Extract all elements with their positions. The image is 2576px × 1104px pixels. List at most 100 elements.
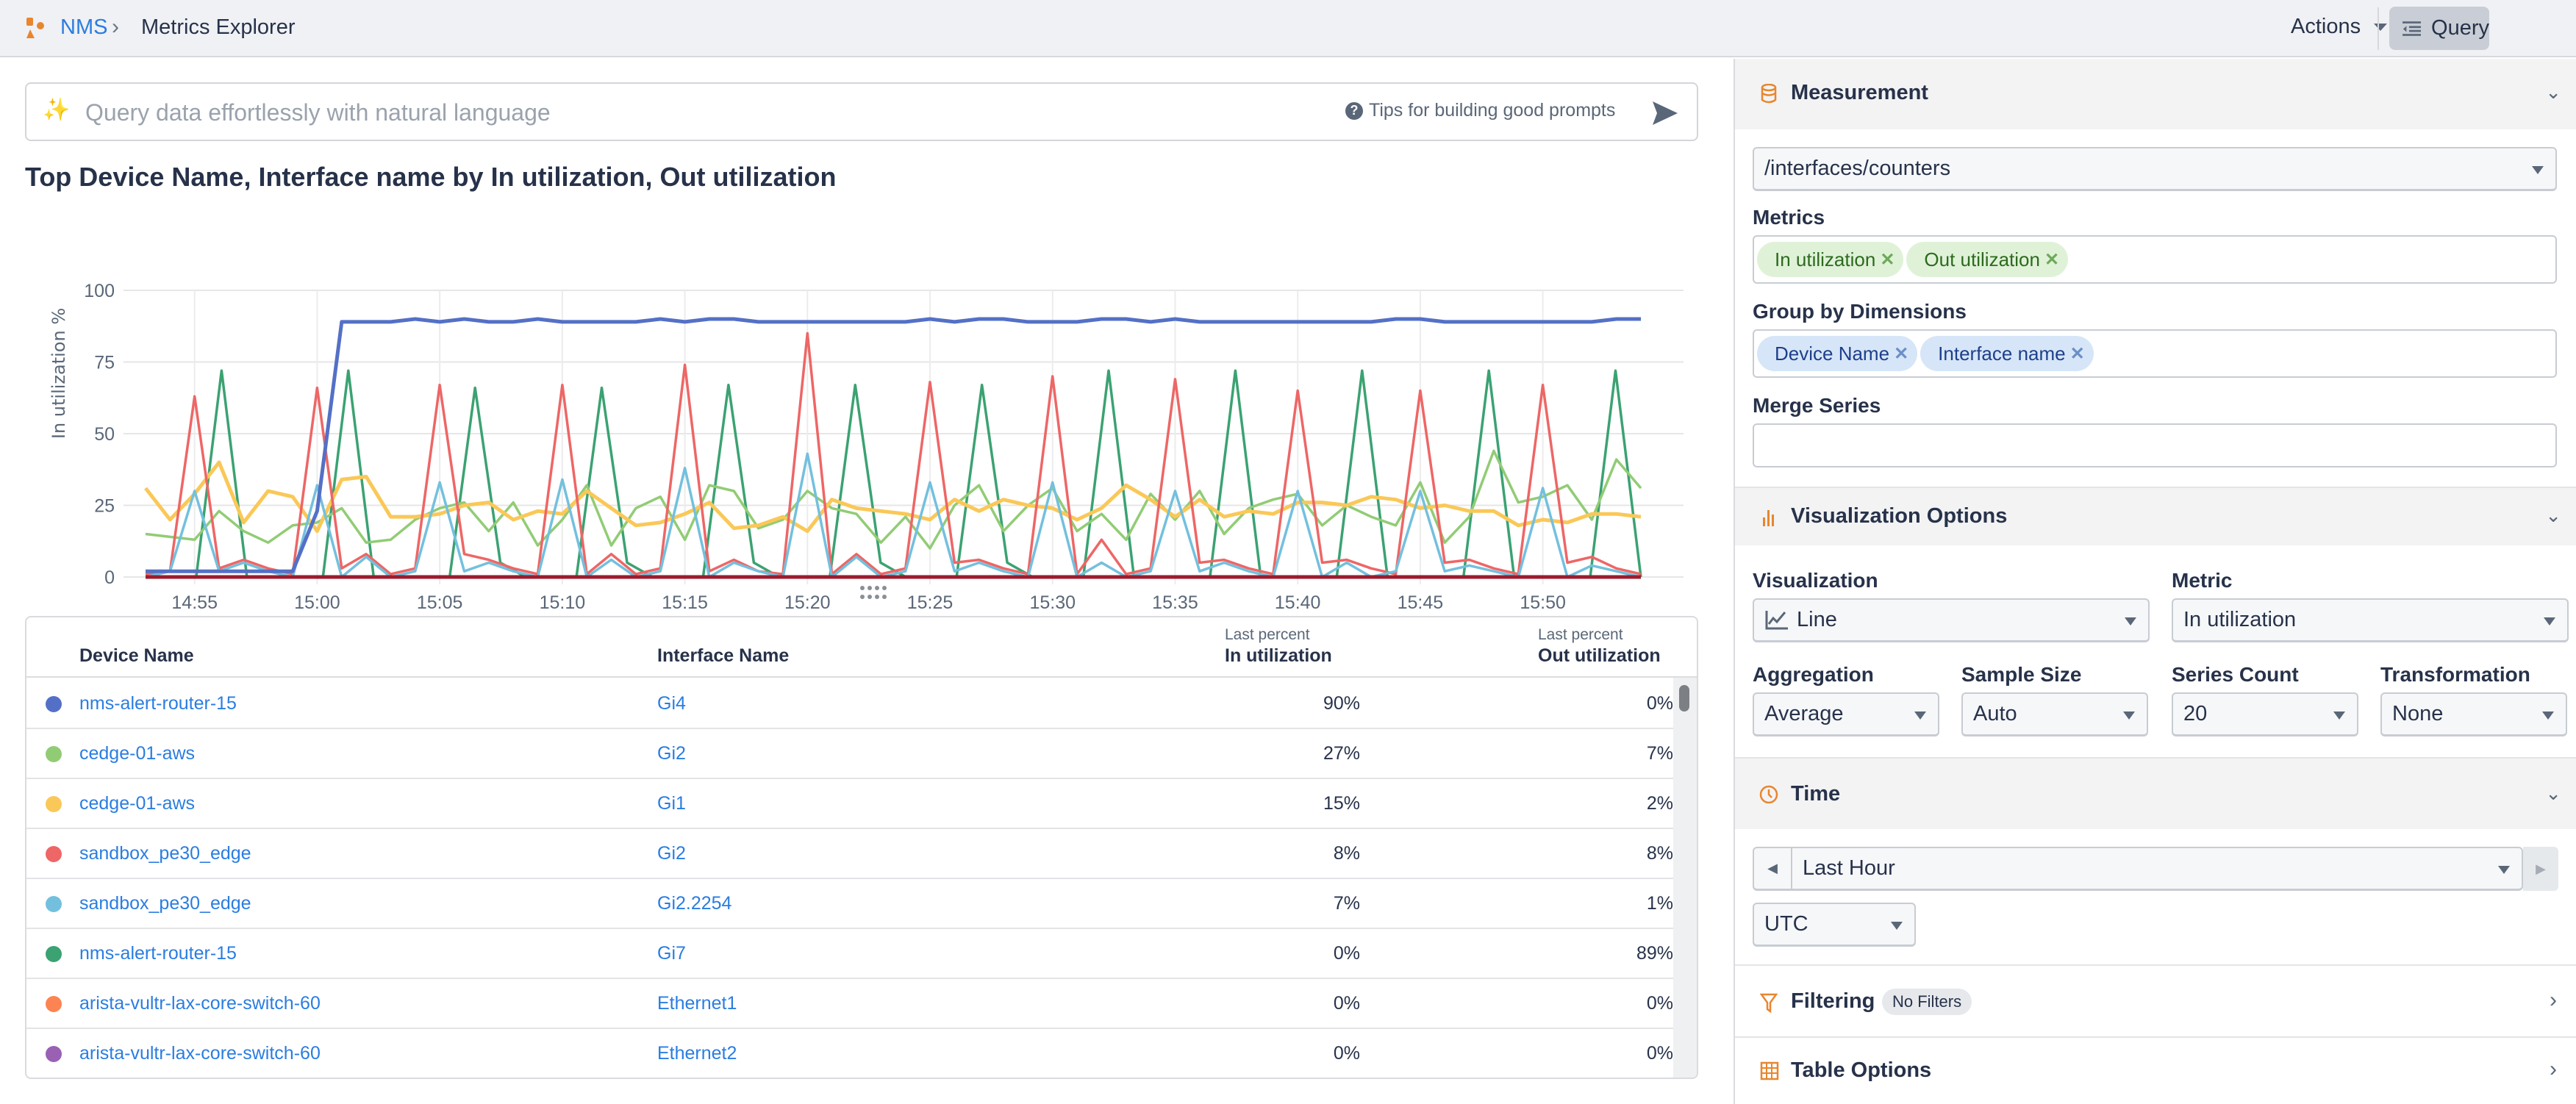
device-name-link[interactable]: sandbox_pe30_edge <box>79 843 251 864</box>
caret-down-icon <box>2374 23 2388 31</box>
measurement-section-header[interactable]: Measurement ⌄ <box>1735 59 2576 129</box>
table-row[interactable]: nms-alert-router-15 Gi4 90% 0% <box>26 679 1673 729</box>
metric-tag: Out utilization ✕ <box>1906 242 2069 277</box>
out-utilization-value: 0% <box>1646 1043 1673 1064</box>
dimension-tag-label: Device Name <box>1775 342 1890 365</box>
metrics-input[interactable]: In utilization ✕ Out utilization ✕ <box>1753 235 2557 284</box>
filtering-section-header[interactable]: Filtering No Filters › <box>1735 964 2576 1036</box>
metric-select[interactable]: In utilization <box>2172 598 2569 642</box>
send-icon[interactable] <box>1650 98 1679 128</box>
column-header-out-utilization[interactable]: Out utilization <box>1538 645 1661 667</box>
timezone-select[interactable]: UTC <box>1753 903 1916 947</box>
interface-name-link[interactable]: Gi2 <box>657 743 686 764</box>
in-utilization-value: 15% <box>1323 793 1360 814</box>
series-count-value: 20 <box>2183 702 2208 725</box>
series-line[interactable] <box>146 369 1642 578</box>
x-tick-label: 15:15 <box>662 592 708 613</box>
metric-tag-label: Out utilization <box>1924 248 2040 270</box>
bar-chart-icon <box>1763 510 1774 526</box>
device-name-link[interactable]: sandbox_pe30_edge <box>79 893 251 914</box>
interface-name-link[interactable]: Ethernet1 <box>657 993 737 1014</box>
actions-menu-button[interactable]: Actions <box>2291 15 2388 39</box>
column-header-in-utilization[interactable]: In utilization <box>1225 645 1332 667</box>
visualization-select[interactable]: Line <box>1753 598 2150 642</box>
series-line[interactable] <box>144 460 1642 534</box>
table-scrollbar-thumb[interactable] <box>1679 685 1689 711</box>
out-utilization-value: 0% <box>1646 993 1673 1014</box>
series-table: Device Name Interface Name Last percent … <box>25 616 1698 1079</box>
time-section-header[interactable]: Time ⌄ <box>1735 757 2576 829</box>
visualization-section-header[interactable]: Visualization Options ⌄ <box>1735 487 2576 545</box>
visualization-title: Visualization Options <box>1791 504 2008 528</box>
remove-tag-icon[interactable]: ✕ <box>1880 249 1895 270</box>
divider <box>2378 7 2379 50</box>
transformation-label: Transformation <box>2380 663 2530 686</box>
y-tick-label: 50 <box>94 424 115 445</box>
remove-tag-icon[interactable]: ✕ <box>2070 343 2085 365</box>
time-range-select[interactable]: ◀ Last Hour <box>1753 847 2523 891</box>
table-row[interactable]: arista-vultr-lax-core-switch-60 Ethernet2… <box>26 1029 1673 1078</box>
group-by-input[interactable]: Device Name ✕ Interface name ✕ <box>1753 329 2557 378</box>
device-name-link[interactable]: cedge-01-aws <box>79 743 195 764</box>
column-header-device-name[interactable]: Device Name <box>79 645 194 667</box>
series-line[interactable] <box>146 317 1641 573</box>
interface-name-link[interactable]: Gi1 <box>657 793 686 814</box>
table-options-section-header[interactable]: Table Options › <box>1735 1036 2576 1104</box>
natural-language-query-input[interactable] <box>85 94 1262 131</box>
in-utilization-value: 7% <box>1333 893 1360 914</box>
query-panel-toggle-button[interactable]: Query <box>2389 7 2489 50</box>
tips-link[interactable]: ? Tips for building good prompts <box>1345 100 1615 121</box>
transformation-select[interactable]: None <box>2380 692 2567 736</box>
time-title: Time <box>1791 782 1841 806</box>
in-utilization-value: 90% <box>1323 693 1360 714</box>
interface-name-link[interactable]: Gi7 <box>657 943 686 964</box>
table-row[interactable]: cedge-01-aws Gi2 27% 7% <box>26 729 1673 779</box>
interface-name-link[interactable]: Ethernet2 <box>657 1043 737 1064</box>
time-next-button[interactable]: ▶ <box>2523 847 2558 891</box>
table-row[interactable]: cedge-01-aws Gi1 15% 2% <box>26 779 1673 829</box>
merge-series-label: Merge Series <box>1753 394 1881 417</box>
table-row[interactable]: arista-vultr-lax-core-switch-60 Ethernet1… <box>26 979 1673 1029</box>
sample-size-select[interactable]: Auto <box>1961 692 2148 736</box>
query-panel: Measurement ⌄ /interfaces/counters Metri… <box>1734 59 2576 1104</box>
x-tick-label: 15:10 <box>540 592 586 613</box>
device-name-link[interactable]: nms-alert-router-15 <box>79 693 237 714</box>
natural-language-query-bar: ✨ ? Tips for building good prompts <box>25 82 1698 141</box>
table-row[interactable]: sandbox_pe30_edge Gi2 8% 8% <box>26 829 1673 879</box>
merge-series-input[interactable] <box>1753 423 2557 467</box>
device-name-link[interactable]: nms-alert-router-15 <box>79 943 237 964</box>
query-label: Query <box>2431 16 2489 40</box>
column-header-interface-name[interactable]: Interface Name <box>657 645 789 667</box>
breadcrumb-root-link[interactable]: NMS <box>60 15 107 40</box>
x-tick-label: 15:30 <box>1029 592 1076 613</box>
table-scrollbar-track[interactable] <box>1673 678 1697 1078</box>
x-tick-label: 14:55 <box>171 592 218 613</box>
interface-name-link[interactable]: Gi4 <box>657 693 686 714</box>
metric-label: Metric <box>2172 569 2233 592</box>
interface-name-link[interactable]: Gi2.2254 <box>657 893 731 914</box>
caret-down-icon <box>2333 711 2345 720</box>
series-line[interactable] <box>145 452 1642 578</box>
transformation-value: None <box>2392 702 2444 725</box>
device-name-link[interactable]: arista-vultr-lax-core-switch-60 <box>79 1043 321 1064</box>
resize-drag-handle[interactable] <box>860 586 890 601</box>
out-utilization-value: 0% <box>1646 693 1673 714</box>
aggregation-value: Average <box>1764 702 1844 725</box>
device-name-link[interactable]: arista-vultr-lax-core-switch-60 <box>79 993 321 1014</box>
device-name-link[interactable]: cedge-01-aws <box>79 793 195 814</box>
table-row[interactable]: sandbox_pe30_edge Gi2.2254 7% 1% <box>26 879 1673 929</box>
series-color-dot <box>46 796 62 812</box>
series-count-select[interactable]: 20 <box>2172 692 2358 736</box>
table-row[interactable]: nms-alert-router-15 Gi7 0% 89% <box>26 929 1673 979</box>
remove-tag-icon[interactable]: ✕ <box>1894 343 1908 365</box>
interface-name-link[interactable]: Gi2 <box>657 843 686 864</box>
remove-tag-icon[interactable]: ✕ <box>2044 249 2059 270</box>
aggregation-select[interactable]: Average <box>1753 692 1939 736</box>
measurement-select[interactable]: /interfaces/counters <box>1753 147 2557 191</box>
chevron-right-icon: › <box>2550 1057 2557 1081</box>
time-prev-button[interactable]: ◀ <box>1754 847 1792 889</box>
out-utilization-value: 7% <box>1646 743 1673 764</box>
time-range-value: Last Hour <box>1803 856 1895 880</box>
in-utilization-value: 27% <box>1323 743 1360 764</box>
no-filters-badge: No Filters <box>1882 989 1972 1015</box>
